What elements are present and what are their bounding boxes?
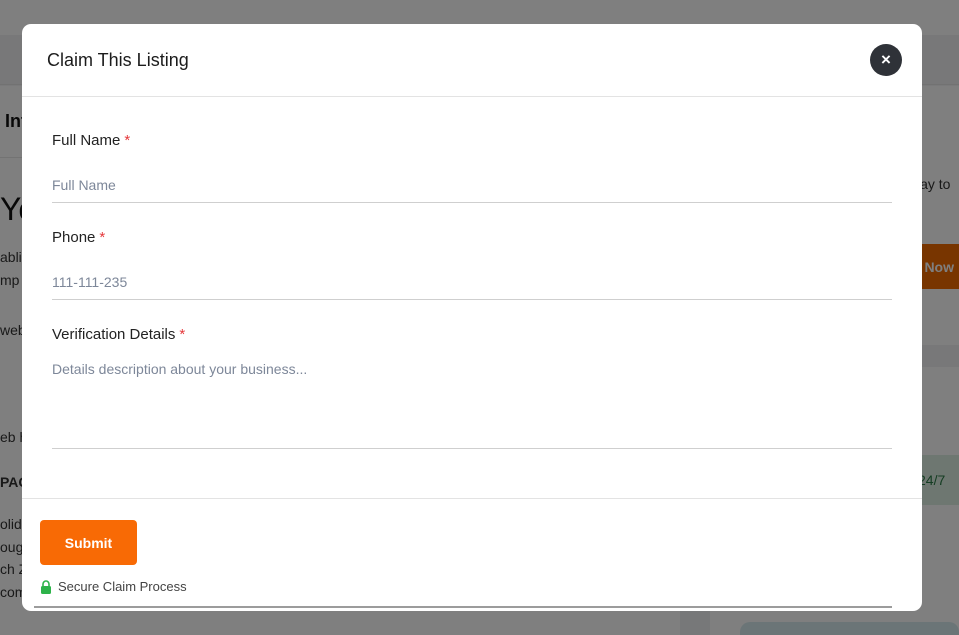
required-marker: * [124, 132, 131, 149]
verification-details-textarea[interactable] [52, 361, 892, 449]
close-icon: × [881, 50, 891, 69]
modal-title: Claim This Listing [47, 50, 189, 70]
required-marker: * [99, 229, 106, 246]
verification-label-text: Verification Details [52, 326, 176, 343]
full-name-label: Full Name * [52, 132, 130, 149]
claim-form: Full Name* Phone* Verification Details* [52, 97, 892, 499]
modal-header: Claim This Listing × [22, 24, 922, 97]
claim-listing-modal: Claim This Listing × Full Name* Phone* V… [22, 24, 922, 611]
submit-button[interactable]: Submit [40, 520, 137, 565]
full-name-input[interactable] [52, 167, 892, 203]
phone-label-text: Phone [52, 229, 96, 246]
lock-icon [41, 579, 51, 594]
modal-footer: Submit Secure Claim Process [22, 498, 922, 611]
verification-label: Verification Details * [52, 326, 185, 343]
secure-claim-note: Secure Claim Process [40, 579, 187, 594]
close-button[interactable]: × [870, 44, 902, 76]
full-name-label-text: Full Name [52, 132, 121, 149]
footer-divider [34, 606, 892, 608]
secure-claim-text: Secure Claim Process [58, 579, 187, 594]
required-marker: * [179, 326, 186, 343]
phone-label: Phone * [52, 229, 105, 246]
phone-input[interactable] [52, 264, 892, 300]
